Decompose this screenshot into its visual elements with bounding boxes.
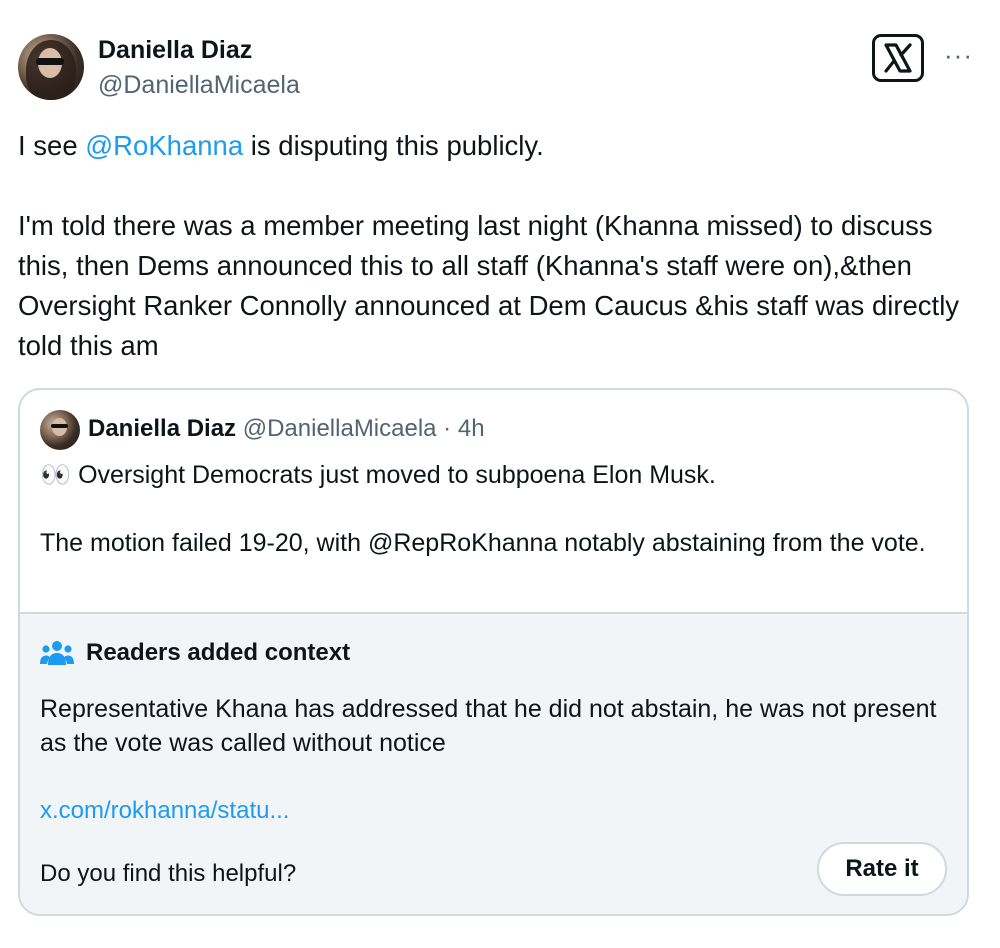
tweet-line-1-prefix: I see xyxy=(18,130,86,161)
quote-line-1: 👀 Oversight Democrats just moved to subp… xyxy=(40,461,716,489)
quote-paragraph-2: The motion failed 19-20, with @RepRoKhan… xyxy=(40,529,926,557)
avatar[interactable] xyxy=(18,34,84,100)
mention-link[interactable]: @RoKhanna xyxy=(85,130,243,161)
helpful-question: Do you find this helpful? xyxy=(40,860,297,887)
rate-it-button[interactable]: Rate it xyxy=(817,842,947,896)
quote-time[interactable]: 4h xyxy=(458,415,485,442)
quote-header: Daniella Diaz @DaniellaMicaela · 4h xyxy=(88,415,485,443)
tweet: Daniella Diaz @DaniellaMicaela ··· I see… xyxy=(0,0,1000,948)
context-body: Representative Khana has addressed that … xyxy=(40,695,937,757)
tweet-text: I see @RoKhanna is disputing this public… xyxy=(18,126,978,366)
tweet-line-1-suffix: is disputing this publicly. xyxy=(243,130,544,161)
quote-text: 👀 Oversight Democrats just moved to subp… xyxy=(40,458,940,560)
quote-avatar[interactable] xyxy=(40,410,80,450)
context-source-link[interactable]: x.com/rokhanna/statu... xyxy=(40,797,289,825)
quoted-tweet[interactable]: Daniella Diaz @DaniellaMicaela · 4h 👀 Ov… xyxy=(18,388,969,916)
people-icon xyxy=(40,641,74,665)
author-handle[interactable]: @DaniellaMicaela xyxy=(98,71,300,100)
community-note: Readers added context Representative Kha… xyxy=(20,612,967,914)
quote-separator: · xyxy=(436,415,458,442)
context-title-row: Readers added context xyxy=(40,639,350,667)
author-display-name[interactable]: Daniella Diaz xyxy=(98,36,252,65)
context-title: Readers added context xyxy=(86,639,351,666)
quote-display-name[interactable]: Daniella Diaz xyxy=(88,415,236,442)
x-logo-icon[interactable] xyxy=(872,34,924,82)
more-icon[interactable]: ··· xyxy=(944,40,973,71)
tweet-line-1: I see @RoKhanna is disputing this public… xyxy=(18,126,978,166)
quote-handle[interactable]: @DaniellaMicaela xyxy=(243,415,437,442)
tweet-paragraph-2: I'm told there was a member meeting last… xyxy=(18,210,960,361)
